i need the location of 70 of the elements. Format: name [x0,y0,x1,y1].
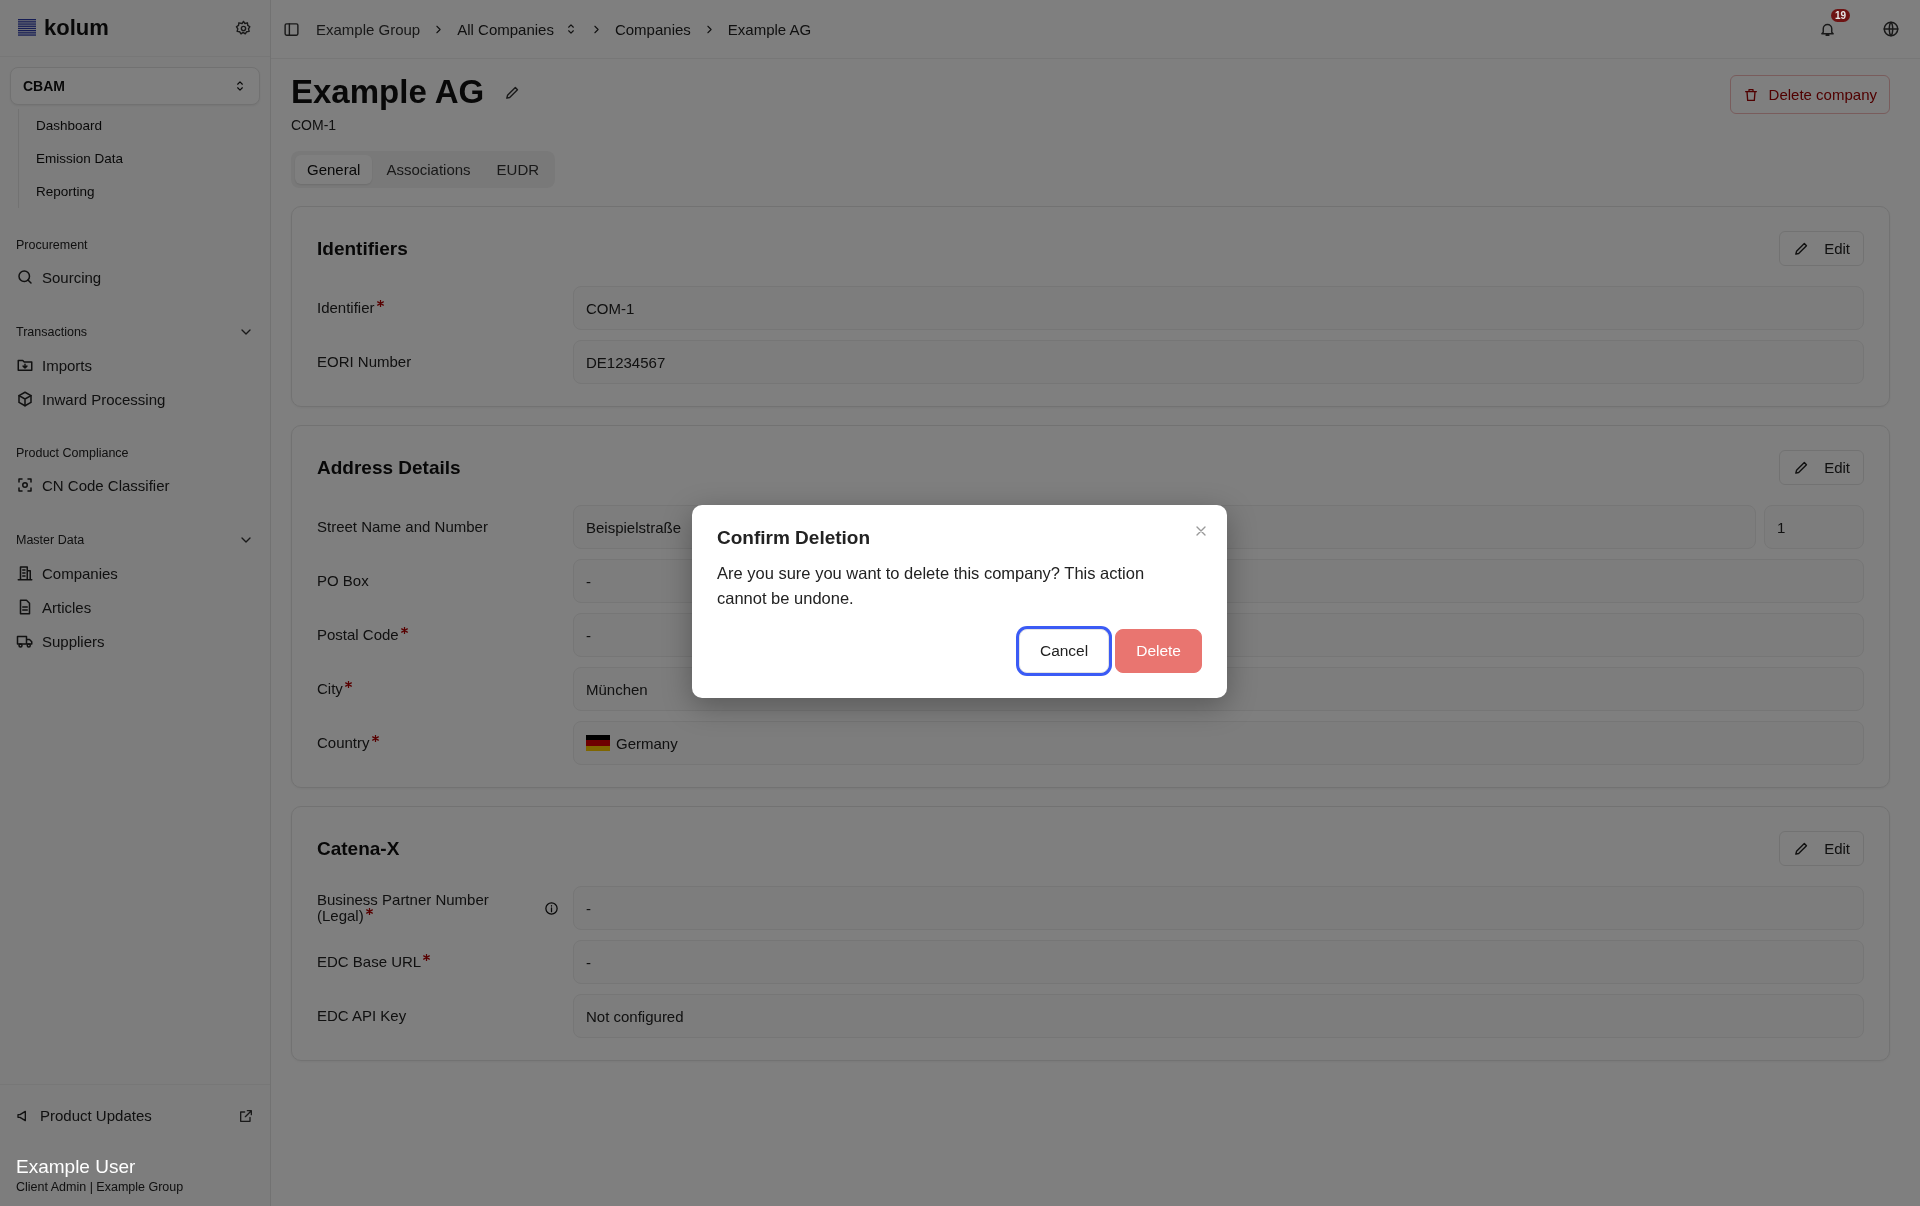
settings-icon [235,19,252,37]
field-label: City [317,680,343,697]
delete-company-button[interactable]: Delete company [1729,75,1890,114]
external-link-icon [238,1107,254,1124]
product-updates-link[interactable]: Product Updates [16,1099,152,1132]
language-button[interactable] [1882,20,1900,38]
breadcrumb[interactable]: All Companies [457,20,578,38]
logo-icon [18,19,36,37]
field-value: DE1234567 [573,340,1864,384]
settings-button[interactable] [235,19,252,37]
section-heading: Master Data [16,533,85,547]
sidebar-subitem[interactable]: Emission Data [19,142,270,175]
building-icon [16,564,34,582]
tab[interactable]: Associations [374,155,483,184]
edit-button[interactable]: Edit [1779,450,1864,485]
field-label: Postal Code [317,626,399,643]
globe-icon [1882,20,1900,38]
delete-button[interactable]: Delete [1115,628,1202,673]
sidebar-item[interactable]: Articles [16,590,254,624]
sidebar-item[interactable]: Imports [16,348,254,382]
field-label: EDC API Key [317,1007,407,1024]
cancel-button[interactable]: Cancel [1018,628,1110,673]
search-icon [16,268,34,286]
card-title: Address Details [317,456,461,479]
user-name: Example User [16,1156,136,1178]
field-value: Germany [573,721,1864,765]
sidebar-toggle-button[interactable] [283,20,300,38]
sidebar-subitem[interactable]: Dashboard [19,109,270,142]
section-heading: Procurement [16,238,88,252]
edit-button[interactable]: Edit [1779,231,1864,266]
field-label: PO Box [317,572,369,589]
user-role: Client Admin | Example Group [16,1180,185,1194]
field-value: 1 [1764,505,1864,549]
card-title: Identifiers [317,237,408,260]
breadcrumb[interactable]: Example Group [316,20,421,38]
notification-count: 19 [1831,8,1851,22]
tab[interactable]: EUDR [484,155,552,184]
field-label: Business Partner Number (Legal) [317,891,489,924]
sidebar-item[interactable]: Sourcing [16,260,254,294]
edit-button[interactable]: Edit [1779,831,1864,866]
sidebar-subitem[interactable]: Reporting [19,175,270,208]
tab[interactable]: General [295,155,373,184]
dialog-title: Confirm Deletion [717,527,872,549]
page-title: Example AG [291,73,485,111]
sidebar-item[interactable]: CN Code Classifier [16,468,254,502]
section-heading: Product Compliance [16,446,129,460]
field-label: EORI Number [317,353,412,370]
card-title: Catena-X [317,837,400,860]
logo-text: kolum [44,15,109,41]
trash-icon [1742,86,1759,103]
breadcrumb[interactable]: Example AG [727,20,812,38]
field-label: EDC Base URL [317,953,422,970]
cube-icon [16,390,34,408]
sidebar-item[interactable]: Suppliers [16,624,254,658]
field-label: Street Name and Number [317,518,488,535]
panel-icon [283,20,300,38]
sidebar-item[interactable]: Inward Processing [16,382,254,416]
section-heading: Transactions [16,325,88,339]
field-value: COM-1 [573,286,1864,330]
field-value: - [573,940,1864,984]
sidebar-item[interactable]: Companies [16,556,254,590]
flag-icon [586,735,610,751]
field-value: Not configured [573,994,1864,1038]
module-selector[interactable]: CBAM [10,67,260,105]
field-label: Country [317,734,370,751]
field-label: Identifier [317,299,375,316]
page-subtitle: COM-1 [291,117,338,133]
scan-icon [16,476,34,494]
breadcrumb[interactable]: Companies [614,20,691,38]
field-value: - [573,886,1864,930]
